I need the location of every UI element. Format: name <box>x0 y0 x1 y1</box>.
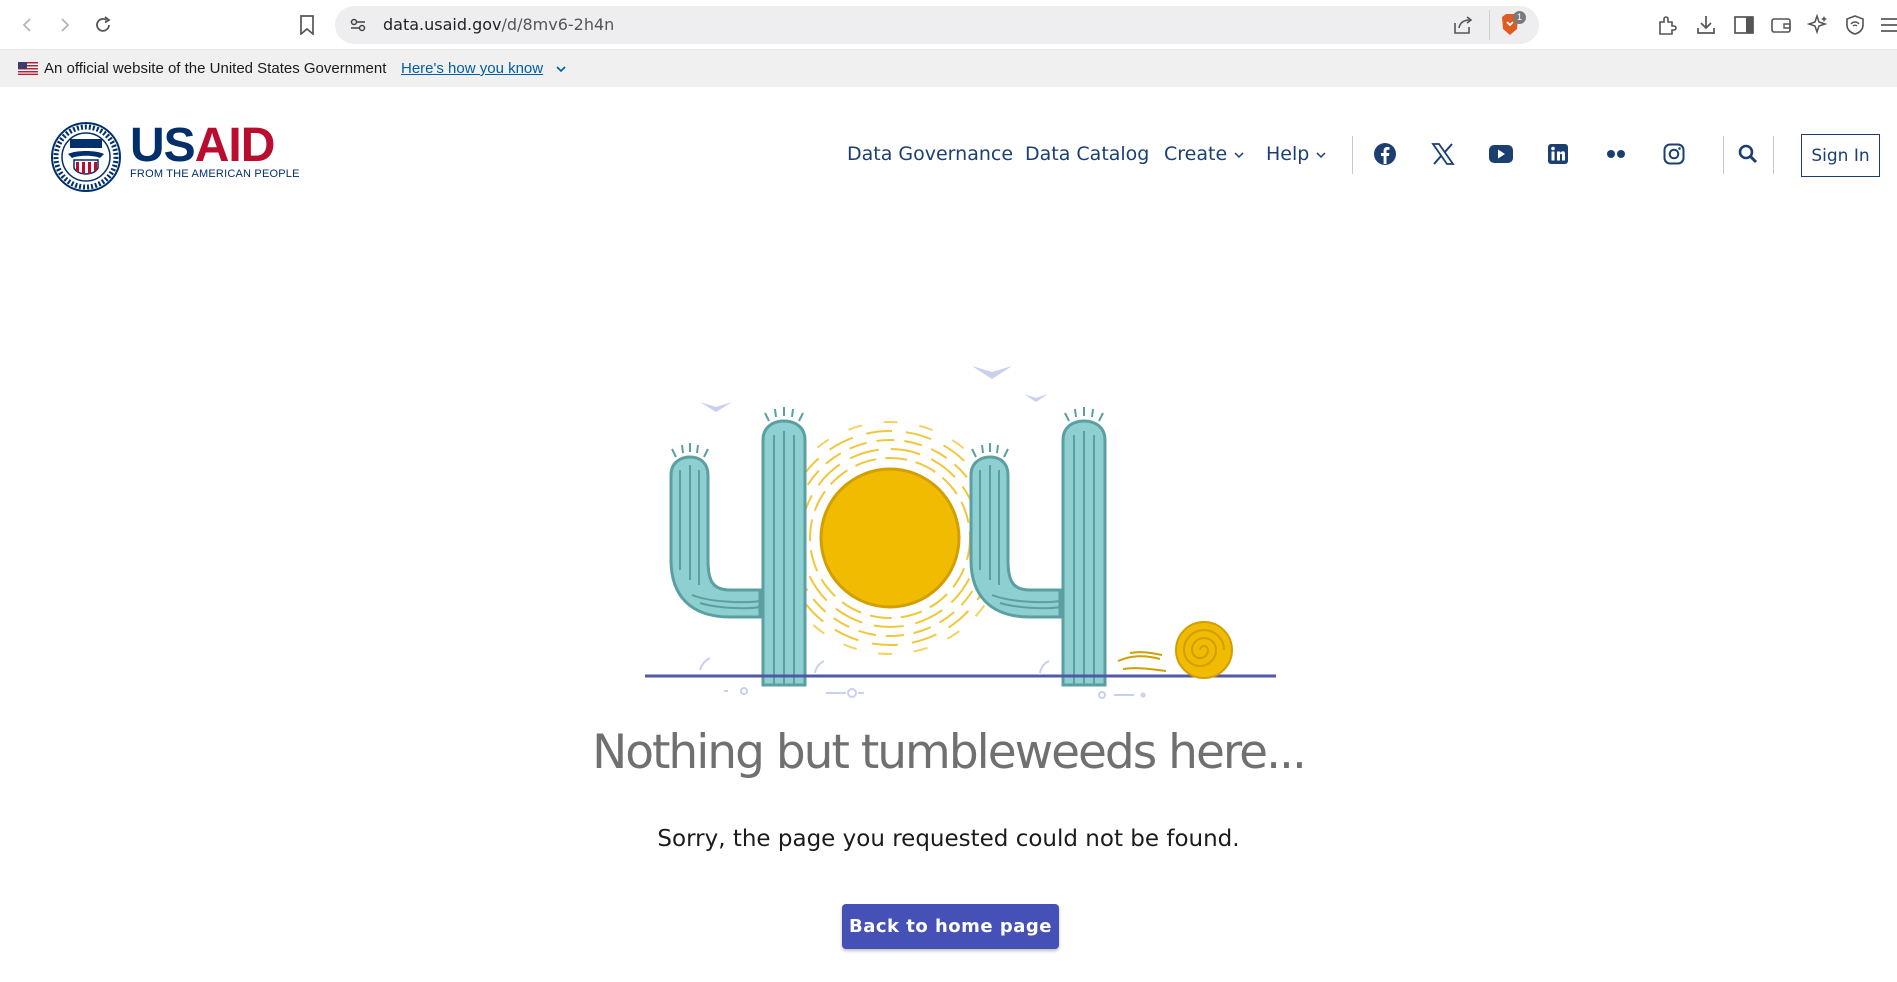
brave-badge: 1 <box>1513 11 1526 24</box>
nav-help-label: Help <box>1266 143 1310 165</box>
sun <box>819 467 961 609</box>
browser-toolbar: data.usaid.gov/d/8mv6-2h4n 1 <box>0 0 1897 50</box>
gov-banner-text: An official website of the United States… <box>44 60 387 77</box>
error-headline: Nothing but tumbleweeds here... <box>592 725 1307 780</box>
reload-icon[interactable] <box>88 10 118 40</box>
nav-create-label: Create <box>1164 143 1228 165</box>
download-icon[interactable] <box>1693 12 1719 38</box>
nav-help[interactable]: Help <box>1266 136 1327 172</box>
linkedin-icon[interactable] <box>1544 140 1572 168</box>
logo-tagline: FROM THE AMERICAN PEOPLE <box>130 168 300 180</box>
nav-divider <box>1723 136 1724 174</box>
bird-icon <box>972 366 1012 379</box>
site-settings-icon[interactable] <box>349 16 367 34</box>
extensions-icon[interactable] <box>1654 12 1680 38</box>
bird-icon <box>700 402 732 412</box>
flickr-icon[interactable] <box>1602 140 1630 168</box>
url-text: data.usaid.gov/d/8mv6-2h4n <box>383 6 614 44</box>
instagram-icon[interactable] <box>1660 140 1688 168</box>
usaid-logo[interactable]: USAID FROM THE AMERICAN PEOPLE <box>50 120 306 196</box>
search-icon[interactable] <box>1734 140 1762 168</box>
x-icon[interactable] <box>1429 140 1457 168</box>
nav-divider <box>1773 136 1774 174</box>
address-bar[interactable]: data.usaid.gov/d/8mv6-2h4n 1 <box>335 6 1539 44</box>
chevron-down-icon[interactable] <box>554 62 568 76</box>
chevron-down-icon <box>1316 151 1326 158</box>
bookmark-icon[interactable] <box>292 10 322 40</box>
sidebar-icon[interactable] <box>1731 12 1757 38</box>
url-domain: data.usaid.gov <box>383 15 502 34</box>
logo-aid-text: AID <box>194 119 276 172</box>
back-to-home-button[interactable]: Back to home page <box>842 904 1059 949</box>
tumbleweed-illustration <box>645 366 1276 699</box>
youtube-icon[interactable] <box>1487 140 1515 168</box>
cactus-left <box>669 407 807 687</box>
usaid-seal-icon <box>51 122 121 192</box>
wallet-icon[interactable] <box>1768 12 1794 38</box>
usaid-wordmark: USAID <box>130 120 300 172</box>
brave-shields-icon[interactable]: 1 <box>1499 11 1526 37</box>
url-divider <box>1489 10 1490 40</box>
menu-icon[interactable] <box>1876 12 1897 38</box>
share-icon[interactable] <box>1452 15 1474 35</box>
leo-ai-icon[interactable] <box>1805 12 1831 38</box>
vpn-shield-icon[interactable] <box>1842 12 1868 38</box>
nav-create[interactable]: Create <box>1164 136 1245 172</box>
url-path: /d/8mv6-2h4n <box>501 15 615 34</box>
tumbleweed <box>1117 621 1233 679</box>
cactus-right <box>969 407 1107 687</box>
heres-how-you-know-link[interactable]: Here's how you know <box>401 50 543 87</box>
nav-divider <box>1352 136 1353 174</box>
us-flag-icon <box>18 62 38 75</box>
nav-data-governance[interactable]: Data Governance <box>847 136 1013 172</box>
logo-us-text: US <box>130 119 196 172</box>
error-message: Sorry, the page you requested could not … <box>657 826 1240 852</box>
bird-icon <box>1024 394 1048 402</box>
facebook-icon[interactable] <box>1371 140 1399 168</box>
gov-banner: An official website of the United States… <box>0 50 1897 87</box>
forward-icon[interactable] <box>50 10 80 40</box>
nav-data-catalog[interactable]: Data Catalog <box>1025 136 1149 172</box>
sign-in-button[interactable]: Sign In <box>1801 134 1880 177</box>
chevron-down-icon <box>1234 151 1244 158</box>
back-icon[interactable] <box>12 10 42 40</box>
